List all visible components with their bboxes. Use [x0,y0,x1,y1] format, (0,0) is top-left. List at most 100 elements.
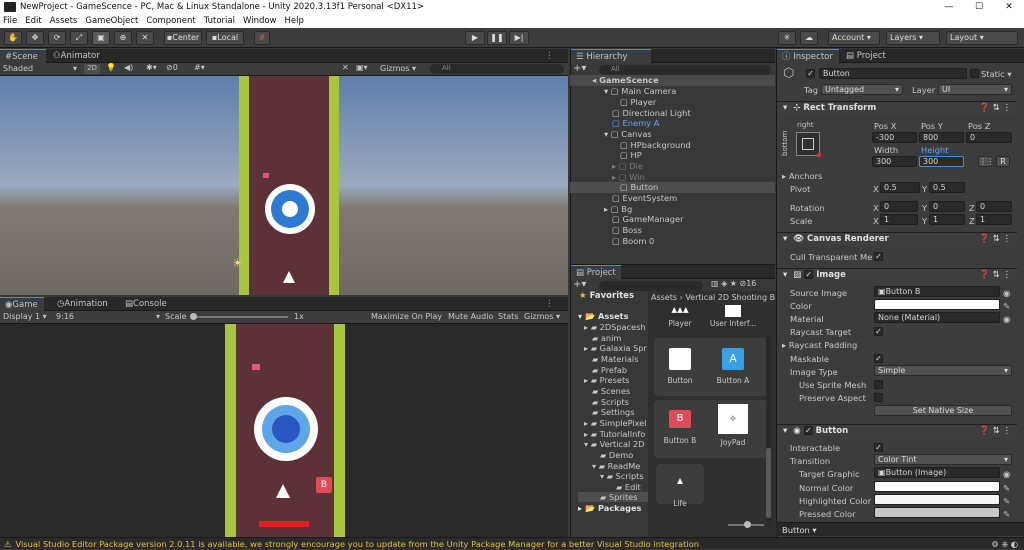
material-picker-icon[interactable]: ◉ [1003,314,1010,324]
gameobject-name-field[interactable]: Button [819,68,967,79]
menu-tutorial[interactable]: Tutorial [204,16,235,26]
hand-tool-icon[interactable]: ✋ [4,31,22,45]
display-dropdown[interactable]: Display 1 ▾ [3,312,47,321]
game-gizmos-dropdown[interactable]: Gizmos ▾ [524,312,560,321]
tab-project[interactable]: ▤ Project [571,265,621,279]
lighting-icon[interactable]: 💡 [106,63,116,72]
scene-viewport[interactable]: ☀ [0,76,568,295]
project-breadcrumb[interactable]: Assets › Vertical 2D Shooting B [651,293,775,302]
menu-component[interactable]: Component [146,16,195,26]
maximize-on-play-toggle[interactable]: Maximize On Play [371,312,442,321]
layers-dropdown[interactable]: Layers ▾ [886,31,940,45]
maximize-button[interactable]: ☐ [964,0,994,14]
folder-scripts[interactable]: ▰ Scripts [578,397,629,407]
pos-y-field[interactable]: 800 [919,132,964,143]
stats-toggle[interactable]: Stats [498,312,518,321]
raycast-target-checkbox[interactable]: ✓ [874,327,883,336]
image-type-dropdown[interactable]: Simple ▾ [874,365,1012,376]
account-dropdown[interactable]: Account ▾ [828,31,880,45]
blueprint-mode-button[interactable]: ⋮⋮ [978,156,995,167]
scale-x-field[interactable]: 1 [880,214,918,225]
pivot-y-field[interactable]: 0.5 [929,182,965,193]
tab-animation[interactable]: ◷Animation [52,297,113,311]
hierarchy-search-input[interactable]: All [599,65,771,75]
canvas-renderer-header[interactable]: ▾ 👁 Canvas Renderer ❓ ⇅ ⋮ [777,232,1017,246]
rect-transform-header[interactable]: ▾ ⊹ Rect Transform ❓ ⇅ ⋮ [777,101,1017,115]
hierarchy-item-enemy-a[interactable]: ▢ Enemy A [570,118,659,129]
pause-button[interactable]: ❚❚ [487,31,507,45]
step-button[interactable]: ▶| [509,31,529,45]
rotate-tool-icon[interactable]: ⟳ [48,31,66,45]
asset-player[interactable]: ▲▲▲ Player [656,305,704,328]
scene-search-input[interactable]: All [430,64,564,74]
scale-slider[interactable] [192,316,288,318]
pressed-color-swatch[interactable] [874,507,1000,518]
pos-z-field[interactable]: 0 [966,132,1012,143]
asset-user-interface[interactable]: User Interf... [708,305,758,328]
menu-assets[interactable]: Assets [50,16,78,26]
collab-icon[interactable]: ✳ [778,31,796,45]
tab-animator[interactable]: ⚇Animator [48,49,105,63]
rot-z-field[interactable]: 0 [976,201,1012,212]
transition-dropdown[interactable]: Color Tint ▾ [874,454,1012,465]
source-image-picker-icon[interactable]: ◉ [1003,288,1010,298]
cloud-icon[interactable]: ☁ [800,31,818,45]
folder-materials[interactable]: ▰ Materials [578,354,638,364]
hierarchy-item-hp[interactable]: ▢ HP [570,150,642,161]
hierarchy-item-boss[interactable]: ▢ Boss [570,225,642,236]
set-native-size-button[interactable]: Set Native Size [874,405,1012,416]
layout-dropdown[interactable]: Layout ▾ [946,31,1018,45]
menu-help[interactable]: Help [285,16,304,26]
hierarchy-add-button[interactable]: +▾ [573,63,586,74]
scale-z-field[interactable]: 1 [976,214,1012,225]
pivot-x-field[interactable]: 0.5 [880,182,920,193]
image-enabled-checkbox[interactable]: ✓ [804,270,814,279]
hierarchy-item-die[interactable]: ▸ ▢ Die [570,161,643,172]
target-graphic-picker-icon[interactable]: ◉ [1003,469,1010,479]
game-button-b-sprite[interactable]: B [316,477,332,493]
folder-anim[interactable]: ▰ anim [578,333,621,343]
folder-tutorialinfo[interactable]: ▸ ▰ TutorialInfo [578,429,645,439]
source-image-field[interactable]: ▣Button B [874,286,1000,297]
project-filter-icons[interactable]: ▥ ◈ ★ ⊘16 [711,279,756,288]
transform-tool-icon[interactable]: ⊕ [114,31,132,45]
menu-edit[interactable]: Edit [25,16,41,26]
anchor-preset-button[interactable] [796,132,821,157]
cull-mesh-checkbox[interactable]: ✓ [874,252,883,261]
button-component-header[interactable]: ▾ ◉ ✓ Button ❓ ⇅ ⋮ [777,424,1017,438]
rot-x-field[interactable]: 0 [880,201,918,212]
scale-tool-icon[interactable]: ⤢ [70,31,88,45]
target-graphic-field[interactable]: ▣Button (Image) [874,467,1000,478]
asset-button-b[interactable]: B Button B [656,410,704,445]
highlighted-color-swatch[interactable] [874,494,1000,505]
tab-project-2[interactable]: ▤ Project [841,49,891,63]
game-panel-menu-icon[interactable]: ⋮ [540,297,559,311]
custom-tool-icon[interactable]: ✕ [136,31,154,45]
folder-readme[interactable]: ▾ ▰ ReadMe [578,461,640,471]
inspector-footer-dropdown[interactable]: Button ▾ [782,525,817,535]
button-enabled-checkbox[interactable]: ✓ [803,426,813,435]
mute-audio-toggle[interactable]: Mute Audio [448,312,493,321]
game-viewport[interactable]: B [0,324,568,537]
image-header[interactable]: ▾ ▨ ✓ Image ❓ ⇅ ⋮ [777,268,1017,282]
status-icons[interactable]: ⚙ ⎈ ◐ [991,538,1018,550]
menu-gameobject[interactable]: GameObject [85,16,138,26]
folder-simplepixel[interactable]: ▸ ▰ SimplePixel [578,418,647,428]
asset-life[interactable]: ▲ Life [656,476,704,508]
favorites-label[interactable]: ★ Favorites [579,291,634,301]
folder-readme-scripts[interactable]: ▾ ▰ Scripts [578,471,644,481]
folder-galaxia[interactable]: ▸ ▰ Galaxia Spr [578,343,647,353]
status-message[interactable]: Visual Studio Editor Package version 2.0… [15,539,699,549]
pivot-center-button[interactable]: ▪Center [164,31,202,45]
hierarchy-item-player[interactable]: ▢ Player [570,97,656,108]
shading-dropdown[interactable]: Shaded ▾ [3,64,77,73]
gizmos-dropdown[interactable]: Gizmos ▾ [380,64,416,73]
hierarchy-item-boom-0[interactable]: ▢ Boom 0 [570,236,654,247]
pivot-local-button[interactable]: ▪Local [206,31,244,45]
hierarchy-item-main-camera[interactable]: ▾ ▢ Main Camera [570,86,676,97]
scale-y-field[interactable]: 1 [929,214,965,225]
interactable-checkbox[interactable]: ✓ [874,443,883,452]
folder-prefab[interactable]: ▰ Prefab [578,365,627,375]
folder-sprites[interactable]: ▰ Sprites [578,492,648,502]
asset-button[interactable]: Button [656,348,704,385]
